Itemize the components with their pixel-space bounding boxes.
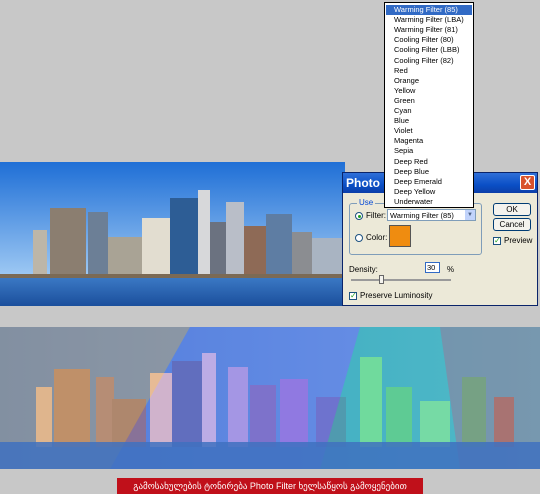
dropdown-option[interactable]: Yellow [386,86,472,96]
dropdown-option[interactable]: Red [386,66,472,76]
preserve-luminosity-label: Preserve Luminosity [360,291,433,300]
dropdown-option[interactable]: Magenta [386,136,472,146]
filter-label: Filter: [366,211,386,220]
dropdown-option[interactable]: Cyan [386,106,472,116]
dropdown-option[interactable]: Violet [386,126,472,136]
filter-dropdown-list[interactable]: Warming Filter (85) Warming Filter (LBA) W… [384,2,474,208]
dropdown-option[interactable]: Warming Filter (85) [386,5,472,15]
dropdown-option[interactable]: Warming Filter (81) [386,25,472,35]
density-label: Density: [349,265,378,274]
caption-banner: გამოსახულების ტონირება Photo Filter ხელს… [117,478,423,494]
density-slider-thumb[interactable] [379,275,384,284]
close-icon[interactable]: X [520,175,535,190]
dropdown-option[interactable]: Cooling Filter (80) [386,35,472,45]
preserve-luminosity-checkbox[interactable]: ✓ [349,292,357,300]
original-skyline-photo [0,162,345,306]
color-radio[interactable] [355,234,363,242]
dropdown-option[interactable]: Blue [386,116,472,126]
preview-label: Preview [504,236,533,245]
filter-select-value: Warming Filter (85) [390,211,454,220]
cancel-button[interactable]: Cancel [493,218,531,231]
color-swatch[interactable] [389,225,411,247]
preview-checkbox[interactable]: ✓ [493,237,501,245]
filter-select[interactable]: Warming Filter (85) ▼ [387,209,476,221]
density-slider-track[interactable] [351,279,451,281]
dropdown-option[interactable]: Underwater [386,197,472,207]
use-group-label: Use [357,198,376,207]
dropdown-option[interactable]: Cooling Filter (82) [386,56,472,66]
dropdown-option[interactable]: Deep Blue [386,167,472,177]
filtered-skyline-photo [0,327,540,469]
dropdown-option[interactable]: Deep Emerald [386,177,472,187]
dropdown-option[interactable]: Sepia [386,146,472,156]
dropdown-option[interactable]: Cooling Filter (LBB) [386,45,472,55]
chevron-down-icon[interactable]: ▼ [465,210,475,220]
dropdown-option[interactable]: Orange [386,76,472,86]
density-unit: % [447,265,455,274]
dropdown-option[interactable]: Warming Filter (LBA) [386,15,472,25]
dropdown-option[interactable]: Deep Red [386,157,472,167]
color-label: Color: [366,233,388,242]
filter-radio[interactable] [355,212,363,220]
dropdown-option[interactable]: Deep Yellow [386,187,472,197]
density-value: 30 [427,263,436,272]
dropdown-option[interactable]: Green [386,96,472,106]
density-input[interactable]: 30 [425,262,440,273]
ok-button[interactable]: OK [493,203,531,216]
